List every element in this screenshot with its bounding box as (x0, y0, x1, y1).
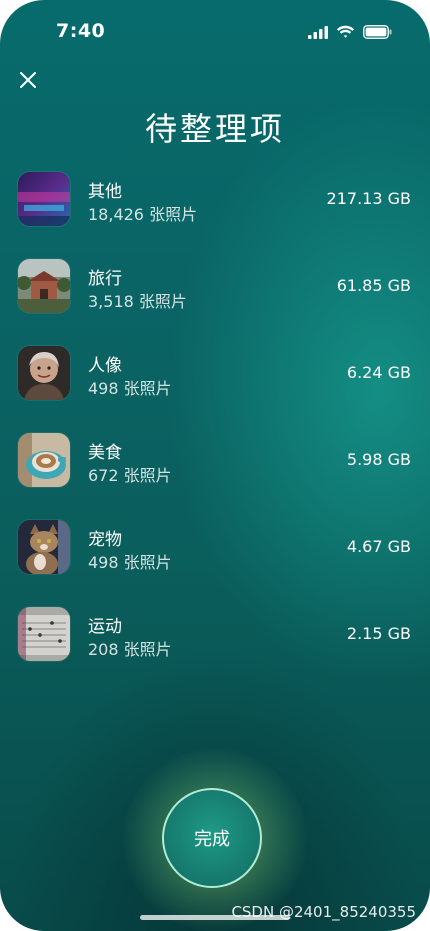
food-thumbnail (18, 433, 70, 487)
category-count: 498 张照片 (88, 379, 172, 398)
status-time: 7:40 (56, 20, 106, 42)
category-count: 672 张照片 (88, 466, 172, 485)
misc-thumbnail (18, 172, 70, 226)
category-count: 208 张照片 (88, 640, 172, 659)
category-size: 61.85 GB (336, 276, 411, 295)
wifi-icon (336, 24, 355, 43)
category-row-portrait[interactable]: 人像 498 张照片 6.24 GB (0, 344, 430, 431)
category-list: 其他 18,426 张照片 217.13 GB 旅行 3,518 张照片 61.… (0, 170, 430, 692)
category-size: 6.24 GB (346, 363, 411, 382)
category-count: 498 张照片 (88, 553, 172, 572)
category-row-misc[interactable]: 其他 18,426 张照片 217.13 GB (0, 170, 430, 257)
category-count: 18,426 张照片 (88, 205, 198, 224)
done-button-label: 完成 (194, 829, 230, 850)
battery-icon (363, 24, 392, 43)
category-row-travel[interactable]: 旅行 3,518 张照片 61.85 GB (0, 257, 430, 344)
screen: 7:40 待整理项 其他 18,426 张照片 217.13 GB 旅行 3,5… (0, 0, 430, 931)
signal-icon (308, 24, 328, 43)
category-name: 运动 (88, 617, 122, 637)
category-row-pet[interactable]: 宠物 498 张照片 4.67 GB (0, 518, 430, 605)
category-size: 5.98 GB (346, 450, 411, 469)
category-name: 宠物 (88, 530, 122, 550)
category-row-food[interactable]: 美食 672 张照片 5.98 GB (0, 431, 430, 518)
travel-thumbnail (18, 259, 70, 313)
status-bar: 7:40 (0, 0, 430, 60)
done-button[interactable]: 完成 (162, 788, 262, 888)
category-name: 人像 (88, 356, 122, 376)
portrait-thumbnail (18, 346, 70, 400)
category-name: 旅行 (88, 269, 122, 289)
status-icons (308, 24, 392, 43)
category-size: 217.13 GB (326, 189, 411, 208)
category-size: 2.15 GB (346, 624, 411, 643)
category-name: 美食 (88, 443, 122, 463)
close-icon (19, 71, 37, 93)
category-count: 3,518 张照片 (88, 292, 187, 311)
category-row-sports[interactable]: 运动 208 张照片 2.15 GB (0, 605, 430, 692)
category-name: 其他 (88, 182, 122, 202)
page-title: 待整理项 (144, 110, 285, 148)
sports-thumbnail (18, 607, 70, 661)
pet-thumbnail (18, 520, 70, 574)
category-size: 4.67 GB (346, 537, 411, 556)
watermark: CSDN @2401_85240355 (231, 903, 416, 921)
close-button[interactable] (14, 68, 42, 96)
